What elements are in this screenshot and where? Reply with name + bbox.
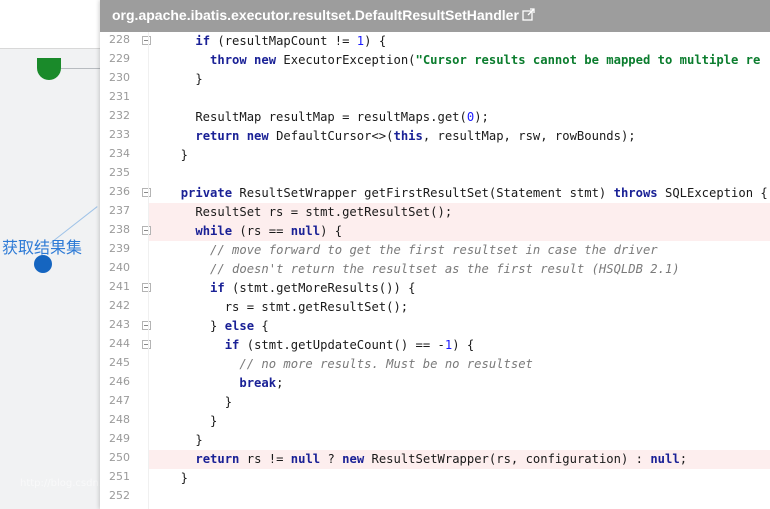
code-line[interactable]: 230 } — [100, 70, 770, 89]
code-line[interactable]: 240 // doesn't return the resultset as t… — [100, 260, 770, 279]
code-line[interactable]: 233 return new DefaultCursor<>(this, res… — [100, 127, 770, 146]
code-line[interactable]: 246 break; — [100, 374, 770, 393]
code-line[interactable]: 248 } — [100, 412, 770, 431]
line-number: 236 — [109, 185, 130, 198]
line-number: 229 — [109, 52, 130, 65]
fold-collapse-icon[interactable] — [142, 188, 151, 197]
line-number: 238 — [109, 223, 130, 236]
code-text[interactable]: if (stmt.getMoreResults()) { — [166, 279, 415, 298]
code-line[interactable]: 239 // move forward to get the first res… — [100, 241, 770, 260]
code-text[interactable]: return new DefaultCursor<>(this, resultM… — [166, 127, 635, 146]
line-number: 251 — [109, 470, 130, 483]
line-number: 243 — [109, 318, 130, 331]
line-number: 233 — [109, 128, 130, 141]
code-line[interactable]: 238 while (rs == null) { — [100, 222, 770, 241]
code-text[interactable]: while (rs == null) { — [166, 222, 342, 241]
code-line[interactable]: 236 private ResultSetWrapper getFirstRes… — [100, 184, 770, 203]
code-text[interactable]: } — [166, 431, 202, 450]
external-link-icon[interactable] — [522, 8, 535, 24]
line-number: 248 — [109, 413, 130, 426]
fold-collapse-icon[interactable] — [142, 226, 151, 235]
popup-title[interactable]: org.apache.ibatis.executor.resultset.Def… — [112, 7, 519, 23]
code-editor[interactable]: 227 validateResultMapsCount(rsw, resultM… — [100, 23, 770, 509]
code-line[interactable]: 249 } — [100, 431, 770, 450]
code-line[interactable]: 231 — [100, 89, 770, 108]
gutter-separator — [148, 23, 149, 509]
fold-collapse-icon[interactable] — [142, 340, 151, 349]
code-line[interactable]: 243 } else { — [100, 317, 770, 336]
code-text[interactable]: if (stmt.getUpdateCount() == -1) { — [166, 336, 475, 355]
code-line[interactable]: 250 return rs != null ? new ResultSetWra… — [100, 450, 770, 469]
popup-header: org.apache.ibatis.executor.resultset.Def… — [100, 0, 770, 32]
line-number: 231 — [109, 90, 130, 103]
code-text[interactable]: } — [166, 393, 232, 412]
popup-title-row[interactable]: org.apache.ibatis.executor.resultset.Def… — [112, 7, 535, 24]
code-text[interactable]: private ResultSetWrapper getFirstResultS… — [166, 184, 768, 203]
line-number: 232 — [109, 109, 130, 122]
code-line[interactable]: 237 ResultSet rs = stmt.getResultSet(); — [100, 203, 770, 222]
line-number: 252 — [109, 489, 130, 502]
code-line[interactable]: 241 if (stmt.getMoreResults()) { — [100, 279, 770, 298]
line-number: 247 — [109, 394, 130, 407]
line-number: 244 — [109, 337, 130, 350]
code-line[interactable]: 245 // no more results. Must be no resul… — [100, 355, 770, 374]
code-line[interactable]: 234 } — [100, 146, 770, 165]
code-line[interactable]: 251 } — [100, 469, 770, 488]
line-number: 241 — [109, 280, 130, 293]
line-number: 246 — [109, 375, 130, 388]
diagram-box — [0, 0, 100, 49]
code-line[interactable]: 235 — [100, 165, 770, 184]
line-number: 235 — [109, 166, 130, 179]
code-text[interactable]: } — [166, 469, 188, 488]
line-number: 240 — [109, 261, 130, 274]
diagram-connector — [60, 68, 102, 69]
line-number: 239 — [109, 242, 130, 255]
code-text[interactable]: } else { — [166, 317, 269, 336]
line-number: 249 — [109, 432, 130, 445]
line-number: 237 — [109, 204, 130, 217]
code-text[interactable]: break; — [166, 374, 283, 393]
code-text[interactable]: } — [166, 70, 202, 89]
code-text[interactable]: if (resultMapCount != 1) { — [166, 32, 386, 51]
code-line[interactable]: 242 rs = stmt.getResultSet(); — [100, 298, 770, 317]
code-line[interactable]: 232 ResultMap resultMap = resultMaps.get… — [100, 108, 770, 127]
fold-collapse-icon[interactable] — [142, 36, 151, 45]
code-line[interactable]: 252 — [100, 488, 770, 507]
code-text[interactable]: ResultSet rs = stmt.getResultSet(); — [166, 203, 452, 222]
line-number: 234 — [109, 147, 130, 160]
code-line[interactable]: 228 if (resultMapCount != 1) { — [100, 32, 770, 51]
code-text[interactable]: return rs != null ? new ResultSetWrapper… — [166, 450, 687, 469]
code-preview-popup: 227 validateResultMapsCount(rsw, resultM… — [100, 0, 770, 509]
code-text[interactable]: // no more results. Must be no resultset — [166, 355, 533, 374]
code-text[interactable]: // move forward to get the first results… — [166, 241, 658, 260]
code-text[interactable]: } — [166, 146, 188, 165]
code-line[interactable]: 247 } — [100, 393, 770, 412]
code-line[interactable]: 244 if (stmt.getUpdateCount() == -1) { — [100, 336, 770, 355]
code-text[interactable]: rs = stmt.getResultSet(); — [166, 298, 408, 317]
line-number: 230 — [109, 71, 130, 84]
line-number: 245 — [109, 356, 130, 369]
line-number: 228 — [109, 33, 130, 46]
fold-collapse-icon[interactable] — [142, 283, 151, 292]
code-line[interactable]: 229 throw new ExecutorException("Cursor … — [100, 51, 770, 70]
line-number: 250 — [109, 451, 130, 464]
line-number: 242 — [109, 299, 130, 312]
diagram-node-blue[interactable] — [34, 255, 52, 273]
fold-collapse-icon[interactable] — [142, 321, 151, 330]
code-text[interactable]: } — [166, 412, 217, 431]
code-text[interactable]: throw new ExecutorException("Cursor resu… — [166, 51, 760, 70]
code-text[interactable]: ResultMap resultMap = resultMaps.get(0); — [166, 108, 489, 127]
code-text[interactable]: // doesn't return the resultset as the f… — [166, 260, 680, 279]
